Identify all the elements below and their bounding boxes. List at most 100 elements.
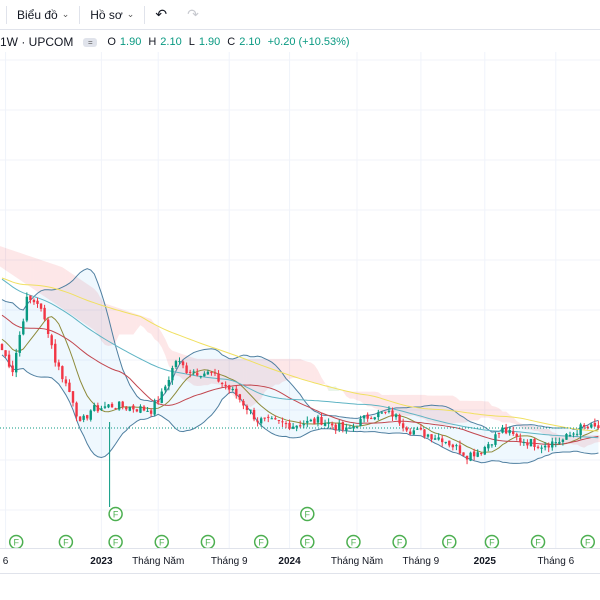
ichimoku-cloud — [0, 246, 2, 268]
candle-body — [153, 401, 156, 415]
candle-body — [444, 441, 447, 443]
high-value: 2.10 — [160, 36, 182, 48]
ichimoku-cloud — [19, 252, 24, 283]
candle-body — [565, 433, 568, 440]
candle-body — [451, 444, 455, 448]
ichimoku-cloud — [12, 250, 17, 278]
candle-body — [11, 365, 14, 373]
candle-body — [306, 420, 309, 423]
low-value: 1.90 — [198, 36, 221, 48]
chevron-down-icon: ⌄ — [61, 9, 70, 19]
ichimoku-cloud — [381, 394, 386, 412]
ichimoku-cloud — [158, 327, 162, 348]
chart-menu-button[interactable]: Biểu đồ ⌄ — [7, 4, 79, 26]
candle-body — [61, 366, 64, 380]
candle-body — [22, 321, 25, 335]
candle-body — [256, 420, 259, 423]
candle-body — [540, 447, 543, 449]
change-value: +0.20 (+10.53%) — [267, 36, 350, 48]
candle-body — [551, 441, 554, 448]
candle-body — [71, 391, 75, 403]
candle-body — [157, 400, 160, 403]
candle-body — [32, 299, 36, 303]
candle-body — [132, 405, 135, 410]
time-axis-label: 2025 — [473, 556, 496, 567]
candle-body — [572, 433, 575, 435]
candle-body — [334, 424, 337, 431]
candle-body — [309, 419, 313, 422]
candle-body — [4, 350, 7, 357]
event-label: F — [397, 538, 403, 548]
profile-menu-label: Hồ sơ — [90, 7, 123, 22]
candle-body — [224, 384, 227, 387]
candle-body — [455, 445, 458, 447]
redo-button[interactable]: ↷ — [177, 4, 209, 26]
price-chart[interactable]: F F F F F F F F F F F F F F F — [0, 52, 600, 548]
ichimoku-cloud — [374, 391, 379, 410]
candle-body — [316, 416, 320, 423]
candle-body — [103, 406, 107, 408]
candle-body — [462, 452, 465, 456]
candle-body — [46, 319, 50, 335]
low-label: L — [188, 36, 195, 48]
ichimoku-cloud — [342, 391, 347, 397]
ichimoku-cloud — [371, 391, 375, 409]
redo-icon: ↷ — [187, 6, 199, 22]
candle-body — [75, 402, 78, 417]
candle-body — [220, 382, 224, 384]
time-axis[interactable]: 6 2023 Tháng Năm Tháng 9 2024 Tháng Năm Tháng … — [0, 548, 600, 574]
candle-body — [327, 422, 330, 424]
ichimoku-cloud — [513, 416, 517, 425]
ichimoku-cloud — [491, 405, 496, 420]
profile-menu-button[interactable]: Hồ sơ ⌄ — [80, 4, 144, 26]
candle-body — [25, 296, 29, 321]
candle-body — [43, 307, 46, 320]
ichimoku-cloud — [133, 313, 137, 335]
close-label: C — [227, 36, 236, 48]
ichimoku-cloud — [300, 358, 304, 380]
candle-body — [597, 425, 600, 428]
candle-body — [252, 409, 256, 420]
ichimoku-cloud — [293, 358, 297, 379]
candle-body — [472, 451, 476, 457]
candle-body — [188, 371, 192, 373]
ichimoku-cloud — [33, 257, 38, 292]
candle-body — [263, 417, 266, 419]
ichimoku-cloud — [303, 360, 308, 381]
candle-body — [64, 379, 68, 384]
ichimoku-cloud — [23, 254, 27, 285]
candle-body — [355, 427, 359, 429]
candle-body — [302, 424, 305, 426]
candle-body — [586, 426, 589, 429]
candle-body — [323, 423, 327, 426]
candle-body — [575, 433, 579, 435]
candle-body — [149, 410, 153, 414]
candle-body — [490, 444, 494, 446]
event-label: F — [63, 538, 69, 548]
ichimoku-cloud — [495, 406, 499, 421]
time-axis-label: Tháng 9 — [402, 556, 440, 567]
undo-button[interactable]: ↶ — [145, 4, 177, 26]
candle-body — [18, 334, 21, 353]
candle-body — [284, 423, 288, 425]
ichimoku-cloud — [314, 364, 318, 384]
collapse-icon[interactable]: = — [83, 37, 98, 47]
candle-body — [281, 421, 284, 423]
candle-body — [39, 303, 43, 309]
candle-body — [277, 420, 281, 422]
ichimoku-cloud — [321, 377, 326, 385]
symbol-interval[interactable]: 1W · UPCOM — [0, 35, 73, 49]
candle-body — [370, 418, 373, 420]
event-label: F — [585, 538, 591, 548]
candle-body — [433, 438, 437, 440]
candle-body — [405, 427, 408, 431]
event-label: F — [113, 538, 119, 548]
candle-body — [338, 423, 341, 430]
ichimoku-cloud — [26, 255, 31, 287]
candle-body — [330, 423, 334, 426]
candle-body — [213, 372, 217, 374]
candle-body — [426, 434, 430, 437]
candle-body — [352, 426, 355, 429]
ichimoku-cloud — [470, 400, 475, 421]
candle-body — [78, 416, 82, 422]
